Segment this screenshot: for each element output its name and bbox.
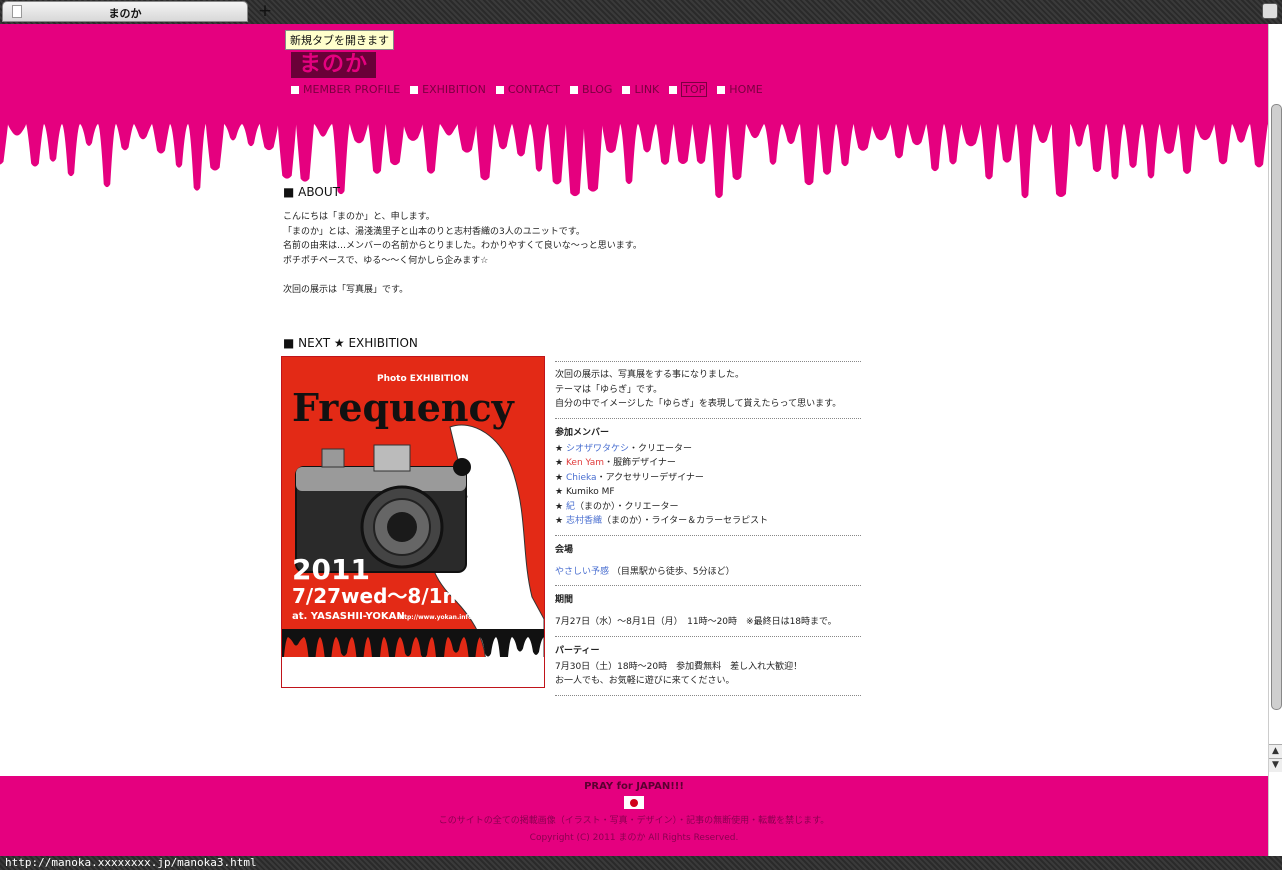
bullet-icon	[622, 85, 631, 94]
about-line: ポチポチペースで、ゆる〜〜く何かしら企みます☆	[283, 255, 489, 266]
members-label: 参加メンバー	[555, 427, 610, 438]
party-line: お一人でも、お気軽に遊びに来てください。	[555, 676, 735, 686]
poster-url: http://www.yokan.info	[397, 614, 472, 621]
exhibition-poster: Photo EXHIBITION Frequency 2011 7/27wed〜…	[281, 356, 545, 688]
nav-link[interactable]: LINK	[622, 82, 659, 97]
drip-decoration	[0, 120, 1268, 199]
venue-line: やさしい予感 （目黒駅から徒歩、5分ほど）	[555, 566, 735, 577]
poster-year: 2011	[292, 553, 370, 586]
intro-line: 次回の展示は、写真展をする事になりました。	[555, 370, 745, 380]
new-tab-button[interactable]: +	[256, 2, 274, 20]
party-line: 7月30日（土）18時〜20時 参加費無料 差し入れ大歓迎！	[555, 661, 803, 672]
site-logo[interactable]: まのか	[291, 52, 376, 78]
footer-note: このサイトの全ての掲載画像（イラスト・写真・デザイン）・記事の無断使用・転載を禁…	[438, 816, 830, 826]
footer-title: PRAY for JAPAN!!!	[584, 781, 684, 792]
scroll-down-icon[interactable]: ▼	[1269, 758, 1282, 772]
period-label: 期間	[555, 595, 574, 605]
browser-tab[interactable]: まのか	[2, 1, 248, 22]
member-item: ★ Kumiko MF	[555, 485, 861, 500]
status-url: http://manoka.xxxxxxxx.jp/manoka3.html	[5, 856, 257, 869]
party-block: パーティー 7月30日（土）18時〜20時 参加費無料 差し入れ大歓迎！ お一人…	[555, 635, 861, 696]
period-block: 期間 7月27日（水）〜8月1日（月） 11時〜20時 ※最終日は18時まで。	[555, 585, 861, 636]
nav-blog[interactable]: BLOG	[569, 82, 612, 97]
poster-venue: at. YASASHII-YOKAN	[292, 611, 405, 622]
star-icon: ★	[555, 501, 564, 512]
member-link[interactable]: 紀	[566, 502, 575, 512]
about-line: 次回の展示は「写真展」です。	[283, 284, 409, 295]
bullet-icon	[717, 85, 726, 94]
star-icon: ★	[555, 516, 564, 526]
member-item: ★ Ken Yam・服飾デザイナー	[555, 458, 676, 468]
main-nav: MEMBER PROFILE EXHIBITION CONTACT BLOG L…	[291, 82, 763, 97]
member-link[interactable]: Ken Yam	[566, 458, 604, 468]
member-item: ★ Chieka・アクセサリーデザイナー	[555, 472, 704, 483]
member-link[interactable]: シオザワタケシ	[566, 444, 629, 454]
bullet-icon	[669, 85, 678, 94]
nav-member-profile[interactable]: MEMBER PROFILE	[291, 82, 400, 97]
intro-line: テーマは「ゆらぎ」です。	[555, 384, 663, 395]
venue-block: 会場 やさしい予感 （目黒駅から徒歩、5分ほど）	[555, 534, 861, 586]
nav-home[interactable]: HOME	[717, 82, 763, 97]
bullet-icon	[291, 85, 299, 94]
browser-tab-bar: まのか +	[0, 0, 1282, 24]
star-icon: ★	[555, 458, 564, 468]
japan-flag-icon	[624, 796, 644, 809]
browser-status-bar: http://manoka.xxxxxxxx.jp/manoka3.html	[0, 856, 1282, 870]
about-line: 「まのか」とは、湯淺満里子と山本のりと志村香織の3人のユニットです。	[283, 226, 585, 237]
site-header	[0, 24, 1268, 122]
bullet-icon	[569, 85, 578, 94]
period-text: 7月27日（水）〜8月1日（月） 11時〜20時 ※最終日は18時まで。	[555, 617, 837, 627]
member-link[interactable]: Chieka	[566, 473, 597, 483]
member-item: ★ シオザワタケシ・クリエーター	[555, 443, 692, 454]
about-heading: ■ ABOUT	[283, 185, 340, 199]
members-block: 参加メンバー ★ シオザワタケシ・クリエーター ★ Ken Yam・服飾デザイナ…	[555, 417, 861, 535]
site-footer: PRAY for JAPAN!!! このサイトの全ての掲載画像（イラスト・写真・…	[0, 776, 1268, 856]
about-line: 名前の由来は…メンバーの名前からとりました。わかりやすくて良いな〜っと思います。	[283, 241, 642, 251]
member-name: Kumiko MF	[565, 487, 615, 497]
venue-link[interactable]: やさしい予感	[555, 567, 609, 577]
bullet-icon	[495, 85, 504, 94]
new-tab-tooltip: 新規タブを開きます	[285, 30, 394, 50]
intro-line: 自分の中でイメージした「ゆらぎ」を表現して貰えたらって思います。	[555, 399, 842, 409]
star-icon: ★	[555, 472, 564, 483]
scroll-thumb[interactable]	[1271, 104, 1282, 710]
party-label: パーティー	[555, 645, 600, 656]
bullet-icon	[410, 85, 419, 94]
member-item: ★ 紀（まのか）・クリエーター	[555, 501, 679, 512]
nav-top[interactable]: TOP	[669, 82, 708, 97]
tab-title: まのか	[108, 7, 142, 20]
member-item: ★ 志村香織（まのか）・ライター＆カラーセラピスト	[555, 516, 769, 526]
intro-block: 次回の展示は、写真展をする事になりました。 テーマは「ゆらぎ」です。 自分の中で…	[555, 361, 861, 418]
member-link[interactable]: 志村香織	[566, 516, 602, 526]
nav-exhibition[interactable]: EXHIBITION	[410, 82, 486, 97]
star-icon: ★	[555, 487, 564, 497]
poster-dates: 7/27wed〜8/1mon	[292, 584, 491, 608]
venue-label: 会場	[555, 544, 574, 555]
exhibition-details: 次回の展示は、写真展をする事になりました。 テーマは「ゆらぎ」です。 自分の中で…	[555, 361, 861, 696]
about-text: こんにちは「まのか」と、申します。 「まのか」とは、湯淺満里子と山本のりと志村香…	[283, 210, 642, 297]
tab-menu-icon[interactable]	[1262, 3, 1278, 19]
exhibition-heading: ■ NEXT ★ EXHIBITION	[283, 336, 418, 350]
footer-copyright: Copyright (C) 2011 まのか All Rights Reserv…	[529, 833, 739, 843]
about-line	[283, 268, 642, 283]
poster-title: Frequency	[292, 385, 515, 430]
about-line: こんにちは「まのか」と、申します。	[283, 212, 435, 222]
vertical-scrollbar[interactable]: ▲ ▼	[1268, 24, 1282, 856]
nav-contact[interactable]: CONTACT	[495, 82, 560, 97]
scroll-up-icon[interactable]: ▲	[1269, 744, 1282, 758]
poster-subtitle: Photo EXHIBITION	[377, 374, 469, 384]
star-icon: ★	[555, 443, 564, 454]
